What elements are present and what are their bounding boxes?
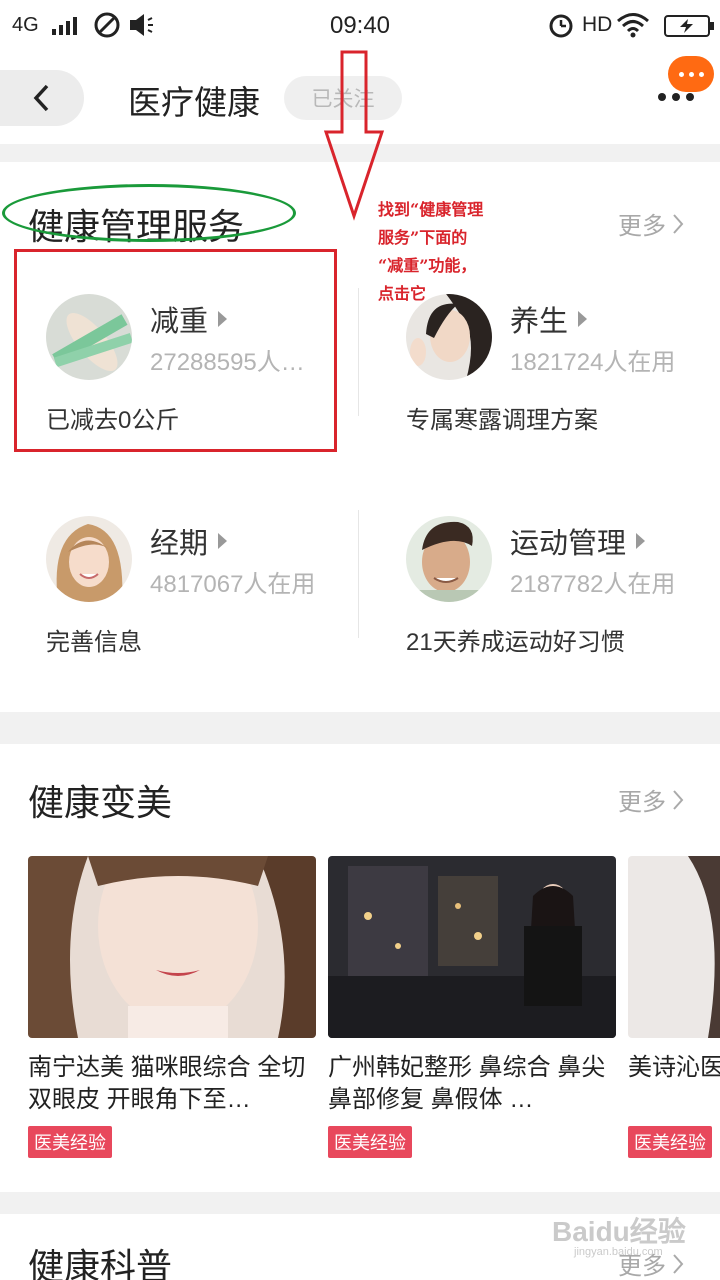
service-name: 经期 (150, 520, 228, 562)
beauty-article[interactable]: 美诗沁医 黑眼圈 祛 医美经验 (628, 856, 720, 1158)
service-users: 2187782人在用 (510, 571, 676, 598)
article-image (628, 856, 720, 1038)
service-exercise[interactable]: 运动管理 2187782人在用 21天养成运动好习惯 (406, 516, 720, 716)
service-name: 运动管理 (510, 520, 646, 562)
beauty-article[interactable]: 广州韩妃整形 鼻综合 鼻尖 鼻部修复 鼻假体 … 医美经验 (328, 856, 616, 1158)
chevron-right-icon (673, 213, 684, 234)
article-image (328, 856, 616, 1038)
service-desc: 完善信息 (46, 629, 142, 656)
triangle-right-icon (578, 311, 588, 327)
more-link[interactable]: 更多 (618, 206, 684, 241)
divider (358, 510, 359, 638)
hd-indicator: HD (582, 13, 613, 36)
service-wellness[interactable]: 养生 1821724人在用 专属寒露调理方案 (406, 294, 720, 494)
triangle-right-icon (218, 533, 228, 549)
chevron-right-icon (673, 789, 684, 810)
article-title: 南宁达美 猫咪眼综合 全切 双眼皮 开眼角下至… (28, 1054, 306, 1113)
more-link[interactable]: 更多 (618, 782, 684, 817)
alarm-icon (549, 14, 573, 38)
article-title: 美诗沁医 黑眼圈 祛 (628, 1054, 720, 1081)
annotation-text: 找到“健康管理 服务”下面的 “减重”功能， 点击它 (378, 200, 484, 303)
highlight-box (14, 249, 337, 452)
article-tag: 医美经验 (628, 1126, 712, 1158)
service-period[interactable]: 经期 4817067人在用 完善信息 (46, 516, 366, 716)
page-title: 医疗健康 (128, 84, 260, 121)
more-link-label: 更多 (618, 789, 666, 816)
chevron-left-icon (33, 84, 49, 112)
section-title: 健康科普 (28, 1246, 173, 1280)
article-tag: 医美经验 (328, 1126, 412, 1158)
article-image (28, 856, 316, 1038)
service-users: 1821724人在用 (510, 349, 676, 376)
beauty-article[interactable]: 南宁达美 猫咪眼综合 全切 双眼皮 开眼角下至… 医美经验 (28, 856, 316, 1158)
service-desc: 专属寒露调理方案 (406, 407, 598, 434)
chat-bubble-icon[interactable] (668, 56, 714, 92)
health-beauty-card: 健康变美 更多 南宁达美 猫咪眼综合 全切 双眼皮 开眼角下至… 医美经验 广州… (0, 744, 720, 1192)
status-bar: 4G 09:40 HD (0, 0, 720, 52)
article-title: 广州韩妃整形 鼻综合 鼻尖 鼻部修复 鼻假体 … (328, 1054, 606, 1113)
exercise-avatar (406, 516, 492, 602)
wifi-icon (617, 13, 649, 38)
triangle-right-icon (636, 533, 646, 549)
period-avatar (46, 516, 132, 602)
highlight-ellipse (2, 184, 296, 242)
article-tag: 医美经验 (28, 1126, 112, 1158)
back-button[interactable] (0, 70, 84, 126)
section-title: 健康变美 (28, 782, 173, 823)
more-link-label: 更多 (618, 213, 666, 240)
watermark: Baidu经验 jingyan.baidu.com (552, 1216, 686, 1258)
divider (358, 288, 359, 416)
service-desc: 21天养成运动好习惯 (406, 629, 625, 656)
battery-icon (664, 15, 714, 37)
service-users: 4817067人在用 (150, 571, 316, 598)
